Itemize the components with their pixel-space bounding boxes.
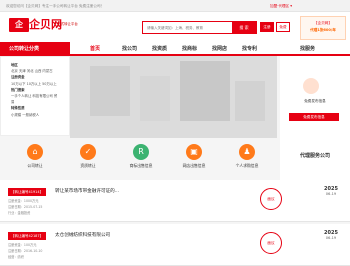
publish-button[interactable]: 免费发布信息: [289, 113, 339, 121]
right-panel: [280, 56, 350, 138]
building-icon: ⌂: [27, 144, 43, 160]
agent-panel: [280, 138, 350, 180]
service-label: 个人求购信息: [235, 163, 259, 168]
service-company[interactable]: ⌂ 公司转让: [10, 144, 60, 169]
service-qualification[interactable]: ✓ 资质转让: [63, 144, 113, 169]
listing-capital: 注册资金：1000万元: [8, 199, 39, 203]
listing-title[interactable]: 太仓创绒纺织科技有限公司: [55, 232, 110, 240]
listing-scope: 经营：纺织: [8, 255, 24, 259]
listing-price: 面议: [260, 232, 282, 254]
free-button[interactable]: 免费: [276, 22, 290, 32]
service-trademark[interactable]: R 商标出售信息: [116, 144, 166, 169]
service-shop[interactable]: ▣ 网店出售信息: [169, 144, 219, 169]
nav-shop[interactable]: 找网店: [212, 42, 227, 56]
listing-month-day: 06-19: [325, 192, 337, 196]
category-dropdown: 地区 北京 天津 河北 山西 内蒙古 注册资金 10万以下 10万以上 50万以…: [0, 56, 70, 136]
listing-date-block: 2025 06-19: [320, 186, 342, 196]
listing-card[interactable]: 【转让编号42187】 太仓创绒纺织科技有限公司 注册资金：100万元 注册日期…: [0, 224, 350, 266]
listing-title[interactable]: 转让某市场市带金融许可证的...: [55, 188, 119, 196]
promo-line2: 代理1张600/年: [310, 28, 336, 32]
certificate-icon: ✓: [80, 144, 96, 160]
nav-qualification[interactable]: 找资质: [152, 42, 167, 56]
banner-image: [70, 56, 277, 138]
nav-patent[interactable]: 找专利: [242, 42, 257, 56]
listing-code: 【转让编号42187】: [8, 232, 47, 240]
service-buyer[interactable]: ♟ 个人求购信息: [222, 144, 272, 169]
agent-link[interactable]: 加盟·代理区 ▾: [270, 0, 292, 12]
hot-list[interactable]: 一手个人转让 科技有限公司 贸易: [11, 93, 59, 105]
trademark-icon: R: [133, 144, 149, 160]
category-menu[interactable]: 公司转让分类: [0, 42, 70, 56]
service-label: 商标出售信息: [129, 163, 153, 168]
slogan: 一站式转让平台: [54, 22, 78, 26]
service-label: 网店出售信息: [182, 163, 206, 168]
logo-icon[interactable]: 企: [9, 18, 29, 32]
promo-box[interactable]: 【企贝网】 代理1张600/年: [300, 16, 346, 40]
listing-price: 面议: [260, 188, 282, 210]
search-box: 搜 索: [142, 21, 257, 34]
register-button[interactable]: 注册: [260, 22, 274, 32]
service-label: 公司转让: [27, 163, 43, 168]
nav-service[interactable]: 找服务: [300, 42, 315, 56]
service-label: 资质转让: [80, 163, 96, 168]
listing-scope: 行业：金融投资: [8, 211, 31, 215]
listing-date-block: 2025 06-19: [320, 230, 342, 240]
listing-date: 注册日期：2015-07-15: [8, 205, 43, 209]
listing-card[interactable]: 【转让编号41914】 转让某市场市带金融许可证的... 注册资金：1000万元…: [0, 180, 350, 222]
nav-home[interactable]: 首页: [90, 42, 100, 56]
person-icon: ♟: [239, 144, 255, 160]
nav-company[interactable]: 找公司: [122, 42, 137, 56]
welcome-text: 欢迎您访问【企贝网】专注一手公司转让平台 免费注册公司！: [6, 4, 105, 8]
top-bar: 欢迎您访问【企贝网】专注一手公司转让平台 免费注册公司！ 加盟·代理区 ▾: [0, 0, 350, 12]
publish-title: 免费发布信息: [304, 99, 326, 103]
avatar-icon: [303, 78, 319, 94]
listing-capital: 注册资金：100万元: [8, 243, 37, 247]
nav-trademark[interactable]: 找商标: [182, 42, 197, 56]
agent-title: 代理服务公司: [299, 153, 330, 159]
search-button[interactable]: 搜 索: [232, 22, 256, 33]
search-input[interactable]: [143, 22, 231, 33]
listing-code: 【转让编号41914】: [8, 188, 47, 196]
promo-line1: 【企贝网】: [314, 21, 332, 25]
listing-date: 注册日期：2016-10-10: [8, 249, 43, 253]
capital-list[interactable]: 10万以下 10万以上 50万以上: [11, 81, 59, 87]
listing-month-day: 06-19: [325, 236, 337, 240]
hero-banner[interactable]: [70, 56, 277, 138]
shop-icon: ▣: [186, 144, 202, 160]
special-list[interactable]: 小规模 一般纳税人: [11, 112, 59, 118]
